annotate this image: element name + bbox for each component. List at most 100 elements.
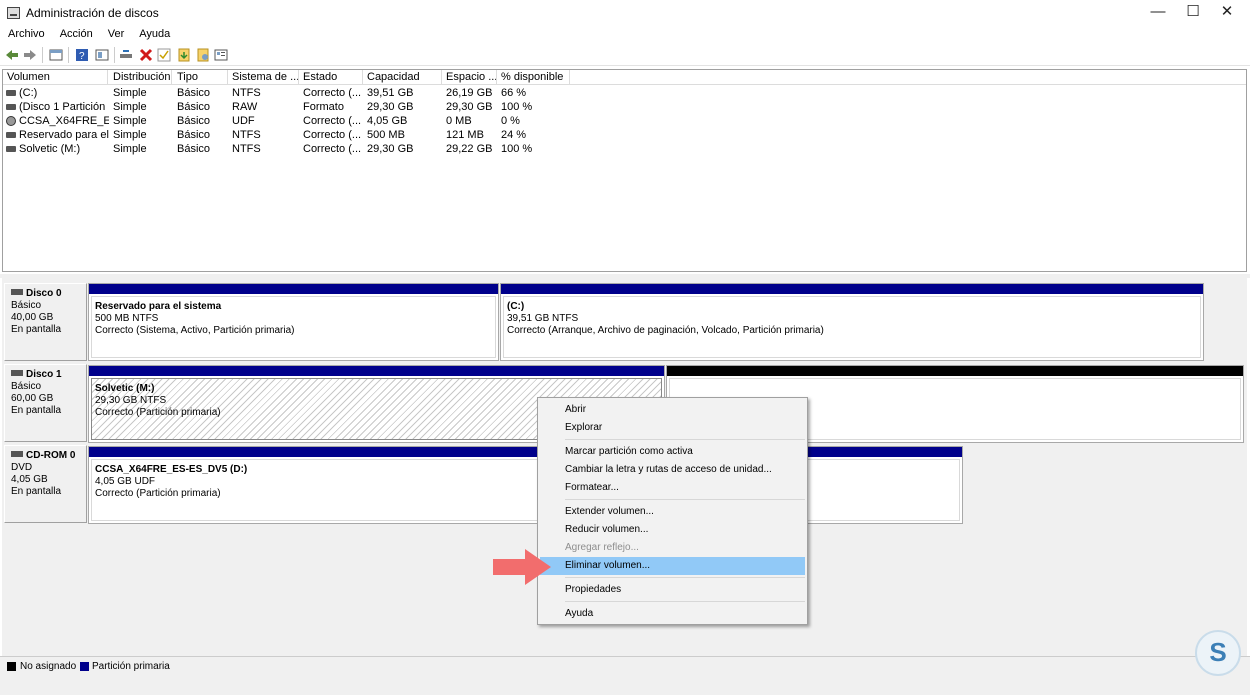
volume-capacity: 500 MB (367, 129, 405, 141)
column-header-tipo[interactable]: Tipo (173, 70, 228, 85)
volume-layout: Simple (113, 129, 147, 141)
volume-filesystem: UDF (232, 115, 255, 127)
check-icon[interactable] (156, 47, 172, 63)
menu-item-ayuda[interactable]: Ayuda (540, 605, 805, 623)
close-button[interactable]: ✕ (1204, 0, 1250, 26)
menu-ver[interactable]: Ver (100, 26, 132, 40)
properties-icon[interactable] (48, 47, 64, 63)
menu-item-agregar-reflejo: Agregar reflejo... (565, 542, 639, 553)
disk-management-icon (7, 7, 20, 19)
partition-bar (667, 366, 1243, 376)
column-header-espacio[interactable]: Espacio ... (442, 70, 497, 85)
disk-status: En pantalla (11, 486, 62, 497)
cdrom-0-info[interactable]: CD-ROM 0 DVD 4,05 GB En pantalla (4, 445, 87, 523)
column-header-sistema[interactable]: Sistema de ... (228, 70, 299, 85)
volume-filesystem: NTFS (232, 87, 261, 99)
forward-icon[interactable] (22, 47, 38, 63)
column-header-volumen[interactable]: Volumen (3, 70, 108, 85)
partition-size: 39,51 GB NTFS (507, 313, 579, 324)
volume-status: Formato (303, 101, 344, 113)
menu-item-propiedades[interactable]: Propiedades (540, 581, 805, 599)
volume-status: Correcto (... (303, 129, 362, 141)
legend: No asignado Partición primaria (0, 656, 1250, 695)
column-header-disponible[interactable]: % disponible (497, 70, 570, 85)
menu-separator (565, 499, 805, 500)
disk-0-partitions: Reservado para el sistema 500 MB NTFS Co… (88, 283, 1206, 363)
import-icon[interactable] (176, 47, 192, 63)
partition-content: CCSA_X64FRE_ES-ES_DV5 (D:) 4,05 GB UDF C… (91, 459, 960, 521)
partition-bar (89, 447, 962, 457)
menu-item-reducir-volumen[interactable]: Reducir volumen... (540, 521, 805, 539)
volume-row[interactable]: Solvetic (M:) Simple Básico NTFS Correct… (3, 142, 1246, 156)
volume-free-space: 29,30 GB (446, 101, 493, 113)
disk-type: Básico (11, 300, 42, 311)
volume-free-space: 29,22 GB (446, 143, 493, 155)
window-title: Administración de discos (26, 6, 159, 20)
volume-row[interactable]: (C:) Simple Básico NTFS Correcto (... 39… (3, 86, 1246, 100)
menu-archivo[interactable]: Archivo (0, 26, 52, 40)
column-header-capacidad[interactable]: Capacidad (363, 70, 442, 85)
menu-item-formatear[interactable]: Formatear... (540, 479, 805, 497)
volume-percent-free: 24 % (501, 129, 527, 141)
volume-name: Reservado para el ... (19, 129, 109, 141)
disk-size: 40,00 GB (11, 312, 54, 323)
volume-filesystem: NTFS (232, 143, 261, 155)
menu-item-eliminar-volumen[interactable]: Eliminar volumen... (540, 557, 805, 575)
view-icon[interactable] (213, 47, 229, 63)
menu-item-extender-volumen[interactable]: Extender volumen... (540, 503, 805, 521)
volume-free-space: 26,19 GB (446, 87, 493, 99)
menu-item-marcar-activa[interactable]: Marcar partición como activa (540, 443, 805, 461)
volume-layout: Simple (113, 143, 147, 155)
disk-1-info[interactable]: Disco 1 Básico 60,00 GB En pantalla (4, 364, 87, 442)
partition-name: (C:) (507, 301, 525, 312)
volume-type: Básico (177, 101, 211, 113)
disk-type: Básico (11, 381, 42, 392)
volume-capacity: 4,05 GB (367, 115, 408, 127)
partition-content: (C:) 39,51 GB NTFS Correcto (Arranque, A… (503, 296, 1201, 358)
volume-row[interactable]: CCSA_X64FRE_ES-... Simple Básico UDF Cor… (3, 114, 1246, 128)
volume-filesystem: RAW (232, 101, 258, 113)
menu-separator (565, 439, 805, 440)
legend-primary: Partición primaria (92, 661, 170, 672)
disk-icon (11, 370, 23, 376)
menu-item-abrir[interactable]: Abrir (540, 401, 805, 419)
partition-name: CCSA_X64FRE_ES-ES_DV5 (D:) (95, 464, 248, 475)
context-menu: Abrir Explorar Marcar partición como act… (537, 397, 808, 625)
volume-row[interactable]: Reservado para el ... Simple Básico NTFS… (3, 128, 1246, 142)
column-header-distribucion[interactable]: Distribución (109, 70, 172, 85)
connect-icon[interactable] (118, 47, 134, 63)
partition-dvd[interactable]: CCSA_X64FRE_ES-ES_DV5 (D:) 4,05 GB UDF C… (88, 446, 963, 524)
partition-status: Correcto (Sistema, Activo, Partición pri… (95, 325, 295, 336)
partition-c[interactable]: (C:) 39,51 GB NTFS Correcto (Arranque, A… (500, 283, 1204, 361)
toolbar-separator (42, 47, 43, 63)
menu-item-explorar[interactable]: Explorar (540, 419, 805, 437)
volume-layout: Simple (113, 115, 147, 127)
disk-status: En pantalla (11, 405, 62, 416)
partition-bar (89, 284, 498, 294)
menu-item-cambiar-letra[interactable]: Cambiar la letra y rutas de acceso de un… (540, 461, 805, 479)
volume-percent-free: 100 % (501, 143, 533, 155)
menu-ayuda[interactable]: Ayuda (131, 26, 177, 40)
volume-row[interactable]: (Disco 1 Partición 1) Simple Básico RAW … (3, 100, 1246, 114)
volume-name: CCSA_X64FRE_ES-... (19, 115, 109, 127)
export-icon[interactable] (195, 47, 211, 63)
disk-icon (11, 289, 23, 295)
help-icon[interactable]: ? (74, 47, 90, 63)
volume-capacity: 29,30 GB (367, 101, 414, 113)
volume-filesystem: NTFS (232, 129, 261, 141)
partition-system-reserved[interactable]: Reservado para el sistema 500 MB NTFS Co… (88, 283, 499, 361)
volume-name: (C:) (19, 87, 38, 99)
toolbar: ? (0, 44, 1250, 66)
disk-type: DVD (11, 462, 33, 473)
console-icon[interactable] (94, 47, 110, 63)
delete-icon[interactable] (138, 47, 154, 63)
cdrom-0-partitions: CCSA_X64FRE_ES-ES_DV5 (D:) 4,05 GB UDF C… (88, 446, 965, 526)
disk-size: 4,05 GB (11, 474, 48, 485)
legend-swatch-unallocated (7, 662, 16, 671)
menu-accion[interactable]: Acción (52, 26, 100, 40)
disk-0-info[interactable]: Disco 0 Básico 40,00 GB En pantalla (4, 283, 87, 361)
volume-type: Básico (177, 143, 211, 155)
volume-layout: Simple (113, 87, 147, 99)
column-header-estado[interactable]: Estado (299, 70, 363, 85)
back-icon[interactable] (4, 47, 20, 63)
